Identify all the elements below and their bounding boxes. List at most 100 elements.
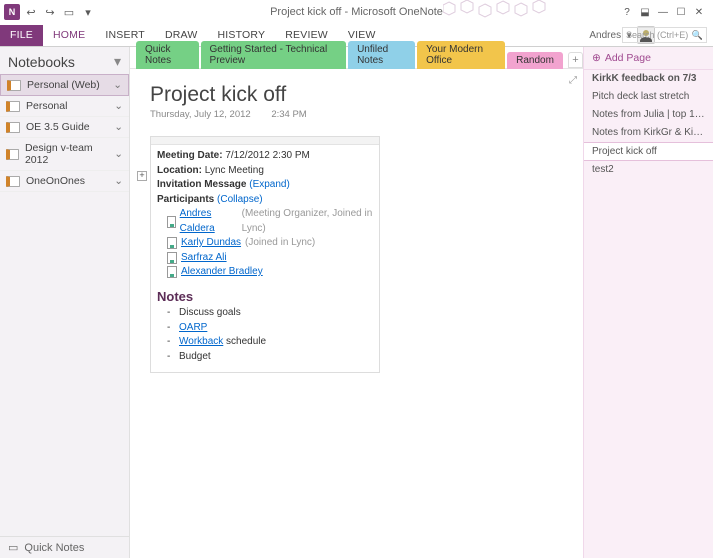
page-item[interactable]: Pitch deck last stretch — [584, 88, 713, 106]
meeting-date-label: Meeting Date: — [157, 150, 223, 161]
add-page-label: Add Page — [605, 52, 651, 64]
window-title: Project kick off - Microsoft OneNote — [0, 6, 713, 18]
search-placeholder: Search (Ctrl+E) — [626, 30, 688, 40]
notebook-label: Design v-team 2012 — [25, 142, 108, 166]
notebook-label: Personal — [26, 100, 67, 112]
notebook-icon — [6, 122, 20, 133]
page-item[interactable]: Notes from Julia | top 10 things | Exch — [584, 106, 713, 124]
page-item[interactable]: test2 — [584, 161, 713, 179]
notebook-label: OneOnOnes — [26, 175, 85, 187]
notebook-item[interactable]: Personal (Web) ⌄ — [0, 74, 129, 96]
quick-notes-label: Quick Notes — [24, 542, 84, 554]
page-time: 2:34 PM — [271, 109, 306, 120]
notes-heading: Notes — [157, 288, 373, 307]
contact-card-icon[interactable] — [167, 237, 177, 249]
participant-meta: (Joined in Lync) — [245, 236, 315, 251]
minimize-button[interactable]: — — [655, 5, 671, 19]
qat-more-button[interactable]: ▾ — [80, 4, 96, 20]
contact-card-icon[interactable] — [167, 266, 177, 278]
quick-notes-icon: ▭ — [8, 541, 18, 554]
bullet-item: OARP — [179, 321, 373, 336]
page-meta: Thursday, July 12, 2012 2:34 PM — [150, 109, 563, 120]
chevron-down-icon: ⌄ — [114, 148, 123, 160]
pages-panel: ⊕ Add Page KirkK feedback on 7/3 Pitch d… — [583, 47, 713, 558]
participant-row: Alexander Bradley — [157, 265, 373, 280]
notes-list: Discuss goals OARP Workback schedule Bud… — [157, 306, 373, 364]
section-tab[interactable]: Your Modern Office — [417, 41, 505, 69]
notebook-label: OE 3.5 Guide — [26, 121, 90, 133]
bullet-item: Discuss goals — [179, 306, 373, 321]
page-item[interactable]: KirkK feedback on 7/3 — [584, 70, 713, 88]
page-item-selected[interactable]: Project kick off — [584, 142, 713, 161]
search-icon: 🔍 — [692, 30, 703, 41]
section-tab[interactable]: Unfiled Notes — [348, 41, 415, 69]
ribbon-tab-file[interactable]: FILE — [0, 25, 43, 46]
page-canvas[interactable]: ⤢ Project kick off Thursday, July 12, 20… — [130, 69, 583, 558]
contact-card-icon[interactable] — [167, 216, 176, 228]
notebooks-header-label: Notebooks — [8, 54, 75, 70]
undo-button[interactable]: ↩ — [23, 4, 39, 20]
participants-collapse-link[interactable]: (Collapse) — [217, 194, 263, 205]
page-list: KirkK feedback on 7/3 Pitch deck last st… — [584, 70, 713, 179]
meeting-date-value: 7/12/2012 2:30 PM — [225, 150, 310, 161]
help-button[interactable]: ? — [619, 5, 635, 19]
notebook-item[interactable]: Design v-team 2012 ⌄ — [0, 138, 129, 171]
bullet-link[interactable]: Workback — [179, 336, 223, 347]
section-tab[interactable]: Quick Notes — [136, 41, 199, 69]
invitation-expand-link[interactable]: (Expand) — [249, 179, 290, 190]
section-tab-active[interactable]: Random — [507, 52, 563, 69]
page-title[interactable]: Project kick off — [150, 83, 563, 107]
redo-button[interactable]: ↪ — [42, 4, 58, 20]
chevron-down-icon: ⌄ — [114, 175, 123, 187]
location-label: Location: — [157, 165, 202, 176]
chevron-down-icon: ⌄ — [114, 100, 123, 112]
participant-link[interactable]: Andres Caldera — [180, 207, 238, 236]
participant-row: Karly Dundas (Joined in Lync) — [157, 236, 373, 251]
participant-link[interactable]: Alexander Bradley — [181, 265, 263, 280]
bullet-link[interactable]: OARP — [179, 322, 207, 333]
add-section-button[interactable]: + — [568, 52, 583, 68]
participant-row: Andres Caldera (Meeting Organizer, Joine… — [157, 207, 373, 236]
container-handle[interactable] — [151, 137, 379, 145]
app-icon: N — [4, 4, 20, 20]
location-value: Lync Meeting — [205, 165, 264, 176]
ribbon-collapse-button[interactable]: ⬓ — [637, 5, 653, 19]
participants-label: Participants — [157, 194, 214, 205]
notebook-icon — [7, 80, 21, 91]
section-tabs: Quick Notes Getting Started - Technical … — [130, 47, 583, 69]
quick-notes-button[interactable]: ▭ Quick Notes — [0, 536, 129, 558]
note-container[interactable]: + Meeting Date: 7/12/2012 2:30 PM Locati… — [150, 136, 380, 373]
add-page-button[interactable]: ⊕ Add Page — [584, 47, 713, 70]
bullet-item: Budget — [179, 350, 373, 365]
invitation-label: Invitation Message — [157, 179, 246, 190]
bullet-item: Workback schedule — [179, 335, 373, 350]
notebook-label: Personal (Web) — [27, 79, 100, 91]
chevron-down-icon: ⌄ — [114, 121, 123, 133]
fullscreen-button[interactable]: ⤢ — [569, 75, 577, 86]
quick-access-toolbar: N ↩ ↪ ▭ ▾ — [0, 4, 96, 20]
search-box[interactable]: Search (Ctrl+E) 🔍 — [622, 27, 707, 43]
close-button[interactable]: ✕ — [691, 5, 707, 19]
workspace: Notebooks ▾ Personal (Web) ⌄ Personal ⌄ OE… — [0, 47, 713, 558]
ribbon-tab-home[interactable]: HOME — [43, 25, 95, 46]
maximize-button[interactable]: ☐ — [673, 5, 689, 19]
decorative-hex-pattern — [443, 0, 583, 22]
notebook-item[interactable]: Personal ⌄ — [0, 96, 129, 117]
contact-card-icon[interactable] — [167, 252, 177, 264]
notebook-item[interactable]: OE 3.5 Guide ⌄ — [0, 117, 129, 138]
page-item[interactable]: Notes from KirkGr & KirkK — [584, 124, 713, 142]
notebook-icon — [6, 149, 19, 160]
participant-row: Sarfraz Ali — [157, 251, 373, 266]
touch-mode-button[interactable]: ▭ — [61, 4, 77, 20]
title-bar: N ↩ ↪ ▭ ▾ Project kick off - Microsoft O… — [0, 0, 713, 25]
notebook-icon — [6, 101, 20, 112]
participant-link[interactable]: Karly Dundas — [181, 236, 241, 251]
notebooks-pin-icon[interactable]: ▾ — [114, 53, 121, 70]
section-tab[interactable]: Getting Started - Technical Preview — [201, 41, 347, 69]
chevron-down-icon: ⌄ — [113, 79, 122, 91]
expand-toggle[interactable]: + — [137, 171, 147, 181]
notebooks-header[interactable]: Notebooks ▾ — [0, 47, 129, 74]
notebook-item[interactable]: OneOnOnes ⌄ — [0, 171, 129, 192]
participant-meta: (Meeting Organizer, Joined in Lync) — [242, 207, 373, 236]
participant-link[interactable]: Sarfraz Ali — [181, 251, 227, 266]
